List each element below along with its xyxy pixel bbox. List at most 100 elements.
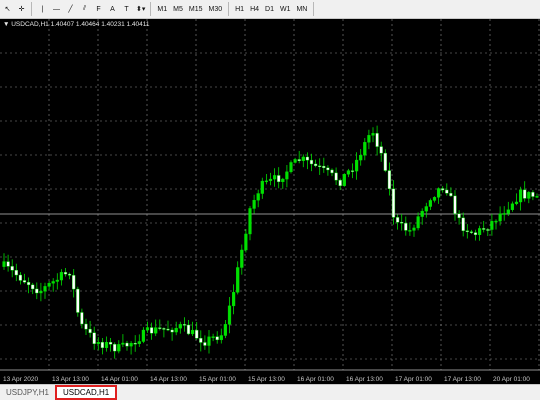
arrow-shapes-icon[interactable]: ⬍▾ bbox=[134, 2, 147, 17]
horizontal-line-icon[interactable]: — bbox=[50, 2, 63, 17]
candle-body-bearish bbox=[76, 288, 80, 313]
candle-body-bullish bbox=[59, 272, 63, 281]
candle-body-bearish bbox=[326, 167, 330, 171]
trendline-icon[interactable]: ╱ bbox=[64, 2, 77, 17]
candle-body-bullish bbox=[207, 336, 211, 346]
candle-body-bearish bbox=[379, 146, 383, 154]
candle-body-bearish bbox=[457, 213, 461, 219]
candle-body-bearish bbox=[465, 230, 469, 232]
timeframe-h4-button[interactable]: H4 bbox=[247, 2, 262, 17]
candle-body-bullish bbox=[252, 199, 256, 209]
x-axis-label: 15 Apr 01:00 bbox=[199, 376, 236, 383]
candle-body-bullish bbox=[236, 267, 240, 293]
candle-body-bullish bbox=[359, 155, 363, 161]
timeframe-m1-button[interactable]: M1 bbox=[154, 2, 170, 17]
x-axis-label: 13 Apr 13:00 bbox=[52, 376, 89, 383]
candle-body-bearish bbox=[215, 336, 219, 341]
candle-body-bullish bbox=[514, 201, 519, 204]
candle-body-bearish bbox=[18, 274, 22, 281]
candle-body-bullish bbox=[424, 206, 428, 212]
candle-body-bullish bbox=[506, 209, 510, 214]
candle-body-bearish bbox=[383, 152, 387, 171]
candle-body-bearish bbox=[182, 324, 186, 326]
timeframe-m5-button[interactable]: M5 bbox=[170, 2, 186, 17]
candlestick-plot[interactable]: 13 Apr 2020 13 Apr 13:00 14 Apr 01:00 14 Ap… bbox=[0, 19, 540, 384]
candle-body-bullish bbox=[39, 290, 43, 294]
timeframe-h1-button[interactable]: H1 bbox=[232, 2, 247, 17]
candle-body-bearish bbox=[92, 332, 96, 344]
candle-body-bullish bbox=[301, 156, 305, 161]
chart-tab-usdcad-h1[interactable]: USDCAD,H1 bbox=[54, 385, 118, 400]
candle-body-bearish bbox=[334, 172, 338, 181]
x-axis-label: 20 Apr 01:00 bbox=[493, 376, 530, 383]
candle-body-bearish bbox=[449, 193, 453, 197]
toolbar-separator bbox=[31, 2, 32, 16]
candle-body-bullish bbox=[117, 344, 121, 352]
candle-body-bearish bbox=[453, 195, 457, 214]
fibonacci-icon[interactable]: F bbox=[92, 2, 105, 17]
candle-body-bullish bbox=[293, 159, 297, 163]
candle-body-bullish bbox=[55, 279, 59, 282]
text-icon[interactable]: A bbox=[106, 2, 119, 17]
price-chart[interactable]: ▼ USDCAD,H1 1.40407 1.40464 1.40231 1.40… bbox=[0, 19, 540, 384]
equidistant-channel-icon[interactable]: ⫽ bbox=[78, 2, 91, 17]
candle-body-bullish bbox=[527, 192, 531, 199]
candle-body-bearish bbox=[113, 344, 117, 352]
candle-body-bearish bbox=[318, 165, 322, 167]
candle-body-bullish bbox=[342, 174, 346, 186]
candle-body-bullish bbox=[289, 162, 293, 173]
candle-body-bearish bbox=[469, 231, 473, 233]
timeframe-d1-button[interactable]: D1 bbox=[262, 2, 277, 17]
chart-tab-usdjpy-h1[interactable]: USDJPY,H1 bbox=[0, 386, 55, 400]
candle-body-bullish bbox=[478, 228, 482, 235]
candle-body-bullish bbox=[490, 220, 494, 230]
candle-body-bullish bbox=[104, 341, 109, 348]
candle-body-bearish bbox=[186, 324, 191, 335]
candle-body-bullish bbox=[281, 178, 285, 183]
candle-body-bullish bbox=[268, 178, 273, 182]
candle-body-bullish bbox=[285, 171, 289, 180]
candle-body-bearish bbox=[396, 217, 400, 223]
candle-body-bullish bbox=[432, 197, 437, 201]
cursor-icon[interactable]: ↖ bbox=[1, 2, 14, 17]
toolbar-separator bbox=[150, 2, 152, 16]
candle-body-bearish bbox=[391, 188, 396, 218]
candle-body-bullish bbox=[535, 196, 539, 198]
toolbar-separator bbox=[228, 2, 230, 16]
candle-body-bullish bbox=[264, 180, 268, 183]
chart-toolbar: ↖ ✛ | — ╱ ⫽ F A T ⬍▾ M1 M5 M15 M30 H1 H4 D1 W1 MN bbox=[0, 0, 540, 19]
vertical-line-icon[interactable]: | bbox=[36, 2, 49, 17]
candle-body-bullish bbox=[137, 341, 141, 344]
timeframe-mn-button[interactable]: MN bbox=[293, 2, 310, 17]
candle-body-bullish bbox=[154, 327, 158, 334]
candle-body-bullish bbox=[367, 135, 371, 143]
candle-body-bullish bbox=[502, 213, 506, 215]
text-label-icon[interactable]: T bbox=[120, 2, 133, 17]
candle-body-bearish bbox=[80, 312, 84, 325]
candle-body-bearish bbox=[72, 275, 76, 290]
x-axis-label: 16 Apr 13:00 bbox=[346, 376, 383, 383]
timeframe-m30-button[interactable]: M30 bbox=[205, 2, 225, 17]
candle-body-bearish bbox=[67, 273, 72, 276]
candle-body-bullish bbox=[96, 342, 100, 344]
candle-body-bearish bbox=[314, 163, 318, 166]
candle-body-bearish bbox=[166, 328, 170, 331]
candle-body-bearish bbox=[162, 328, 166, 330]
candle-body-bearish bbox=[14, 270, 18, 276]
candle-body-bullish bbox=[178, 324, 182, 329]
candle-body-bearish bbox=[531, 192, 535, 197]
candle-body-bullish bbox=[2, 261, 6, 267]
candle-body-bearish bbox=[125, 342, 129, 347]
candle-body-bearish bbox=[31, 284, 35, 290]
candle-body-bullish bbox=[190, 329, 195, 335]
candle-body-bearish bbox=[305, 156, 309, 161]
candle-body-bearish bbox=[297, 159, 301, 161]
candle-body-bearish bbox=[375, 133, 379, 147]
candle-body-bearish bbox=[404, 222, 408, 231]
crosshair-icon[interactable]: ✛ bbox=[15, 2, 28, 17]
candle-body-bullish bbox=[260, 180, 264, 194]
timeframe-w1-button[interactable]: W1 bbox=[277, 2, 294, 17]
candle-body-bearish bbox=[387, 170, 391, 190]
candle-body-bullish bbox=[256, 193, 260, 201]
timeframe-m15-button[interactable]: M15 bbox=[186, 2, 206, 17]
